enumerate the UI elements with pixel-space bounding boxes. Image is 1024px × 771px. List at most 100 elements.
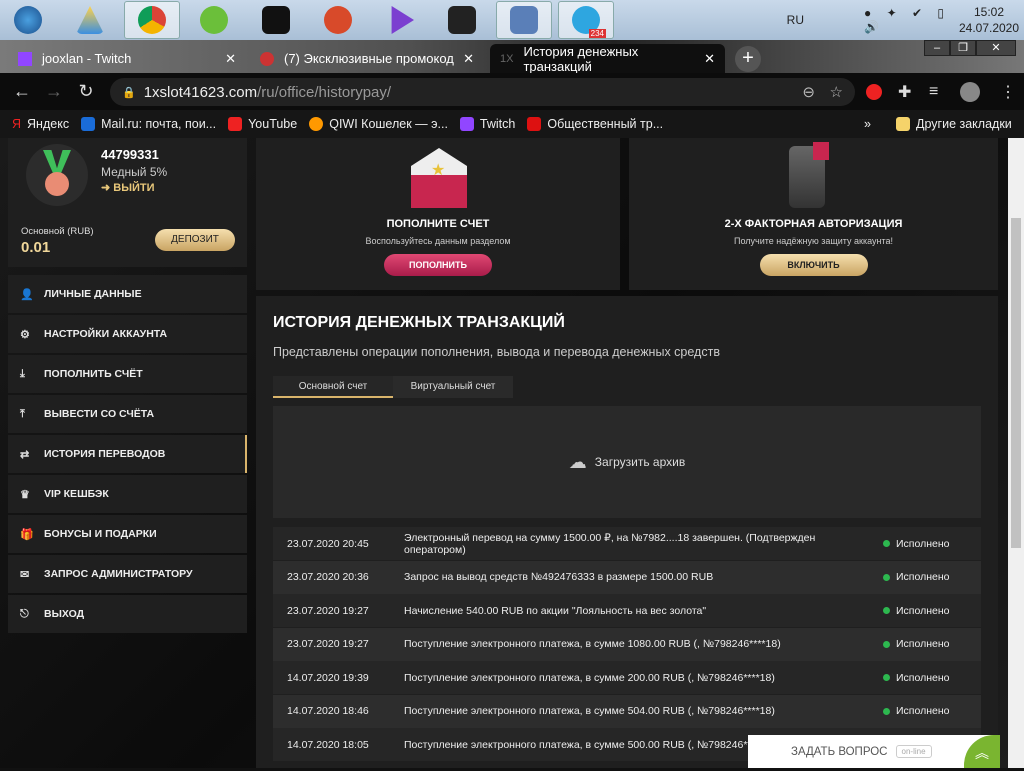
status-label: Исполнено (896, 705, 950, 717)
taskbar-chrome[interactable] (124, 1, 180, 39)
visual-studio-icon (391, 6, 414, 34)
minimize-button[interactable]: – (924, 40, 950, 56)
tab-main-account[interactable]: Основной счет (273, 376, 393, 398)
adblock-icon[interactable] (866, 83, 882, 100)
media-control-icon[interactable]: ≡ (929, 83, 938, 101)
forward-icon[interactable]: → (38, 81, 70, 102)
menu-kebab-icon[interactable]: ⋮ (1000, 82, 1016, 102)
user-id: 44799331 (101, 147, 159, 162)
table-row: 23.07.2020 20:36 Запрос на вывод средств … (273, 560, 981, 594)
yandex-icon: Я (12, 117, 22, 131)
taskbar-telegram[interactable]: 234 (558, 1, 614, 39)
status-label: Исполнено (896, 537, 950, 550)
user-rank: Медный 5% (101, 165, 168, 179)
sidebar-item-transfer-history[interactable]: ⇄ ИСТОРИЯ ПЕРЕВОДОВ (8, 435, 247, 473)
bookmark-qiwi[interactable]: QIWI Кошелек — э... (309, 117, 448, 131)
close-tab-icon[interactable]: ✕ (704, 51, 715, 67)
folder-icon (896, 117, 910, 131)
utorrent-icon (200, 6, 228, 34)
address-bar[interactable]: 🔒 1xslot41623.com/ru/office/historypay/ … (110, 78, 855, 106)
transport-icon (527, 117, 542, 131)
tab-promocodes[interactable]: (7) Эксклюзивные промокоды н ✕ (250, 44, 484, 73)
taskbar-visual-studio[interactable] (372, 1, 428, 39)
balance-value: 0.01 (21, 239, 51, 256)
scrollbar-thumb[interactable] (1011, 218, 1021, 548)
transaction-status: Исполнено (869, 638, 950, 650)
sidebar-item-withdraw[interactable]: ⤒ ВЫВЕСТИ СО СЧЁТА (8, 395, 247, 433)
tab-virtual-account[interactable]: Виртуальный счет (393, 376, 513, 398)
extensions-icon[interactable]: ✚ (898, 82, 911, 102)
sidebar-item-vip-cashback[interactable]: ♛ VIP КЕШБЭК (8, 475, 247, 513)
promo-subtitle: Получите надёжную защиту аккаунта! (733, 236, 893, 246)
taskbar-keyboard[interactable] (496, 1, 552, 39)
bookmark-twitch[interactable]: Twitch (459, 117, 515, 131)
browser-tab-strip: jooxlan - Twitch ✕ (7) Эксклюзивные промо… (0, 40, 1024, 74)
bookmark-public-transport[interactable]: Общественный тр... (527, 117, 663, 131)
close-tab-icon[interactable]: ✕ (463, 51, 474, 67)
sidebar-item-label: ВЫХОД (44, 608, 85, 620)
language-indicator[interactable]: RU (787, 13, 804, 27)
windows-logo-icon (14, 6, 42, 34)
download-archive-button[interactable]: ☁ Загрузить архив (273, 406, 981, 518)
bookmark-youtube[interactable]: YouTube (228, 117, 297, 131)
sidebar-item-account-settings[interactable]: ⚙ НАСТРОЙКИ АККАУНТА (8, 315, 247, 353)
taskbar-pocket[interactable] (248, 1, 304, 39)
promo-card-2fa: 2-Х ФАКТОРНАЯ АВТОРИЗАЦИЯ Получите надёж… (629, 138, 998, 290)
diamond-app-icon (448, 6, 476, 34)
sidebar-item-bonuses[interactable]: 🎁 БОНУСЫ И ПОДАРКИ (8, 515, 247, 553)
bookmark-mailru[interactable]: Mail.ru: почта, пои... (81, 117, 216, 131)
taskbar-aimp[interactable] (62, 1, 118, 39)
taskbar-red-app[interactable] (434, 1, 490, 39)
1x-favicon-icon: 1X (500, 52, 514, 65)
clock[interactable]: 15:02 24.07.2020 (954, 4, 1024, 36)
chevron-up-icon[interactable]: ︽ (964, 735, 1000, 768)
zoom-icon[interactable]: ⊖ (802, 83, 815, 101)
reload-icon[interactable]: ↻ (70, 81, 102, 102)
transaction-status: Исполнено (869, 705, 950, 717)
bookmark-label: Mail.ru: почта, пои... (101, 117, 217, 131)
status-dot-icon (883, 674, 890, 681)
tray-icons[interactable]: ● ✦ ✔ ▯ 🔊 (864, 6, 954, 34)
more-bookmarks-icon[interactable]: » (864, 117, 871, 131)
close-window-button[interactable]: ✕ (976, 40, 1016, 56)
sidebar-item-admin-request[interactable]: ✉ ЗАПРОС АДМИНИСТРАТОРУ (8, 555, 247, 593)
enable-2fa-button[interactable]: ВКЛЮЧИТЬ (759, 254, 868, 276)
aimp-icon (76, 6, 104, 34)
taskbar-ccleaner[interactable] (310, 1, 366, 39)
profile-avatar[interactable] (960, 81, 980, 102)
start-button[interactable] (0, 1, 56, 39)
window-controls: – ❐ ✕ (924, 40, 1016, 56)
back-icon[interactable]: ← (6, 81, 38, 102)
transaction-description: Электронный перевод на сумму 1500.00 ₽, … (404, 531, 816, 556)
transaction-date: 14.07.2020 19:39 (287, 671, 369, 684)
logout-label: ВЫЙТИ (113, 182, 155, 194)
sidebar-item-label: VIP КЕШБЭК (44, 488, 109, 500)
transaction-description: Поступление электронного платежа, в сумм… (404, 705, 775, 717)
deposit-button[interactable]: ДЕПОЗИТ (155, 229, 235, 251)
sidebar-item-personal-data[interactable]: 👤 ЛИЧНЫЕ ДАННЫЕ (8, 275, 247, 313)
tab-title: (7) Эксклюзивные промокоды н (284, 51, 454, 66)
restore-button[interactable]: ❐ (950, 40, 976, 56)
status-dot-icon (883, 607, 890, 614)
transaction-date: 23.07.2020 19:27 (287, 638, 369, 650)
taskbar-utorrent[interactable] (186, 1, 242, 39)
ask-question-label: ЗАДАТЬ ВОПРОС (791, 745, 888, 758)
ask-question-widget[interactable]: ЗАДАТЬ ВОПРОС on-line ︽ (748, 735, 1000, 768)
bookmark-star-icon[interactable]: ☆ (830, 83, 843, 101)
table-row: 14.07.2020 18:46 Поступление электронного… (273, 694, 981, 728)
cloud-download-icon: ☁ (568, 451, 587, 472)
sidebar-item-deposit[interactable]: ⤓ ПОПОЛНИТЬ СЧЁТ (8, 355, 247, 393)
transaction-status: Исполнено (869, 672, 950, 684)
close-tab-icon[interactable]: ✕ (225, 51, 236, 67)
other-bookmarks[interactable]: Другие закладки (896, 117, 1012, 131)
sidebar-item-exit[interactable]: ⎋ ВЫХОД (8, 595, 247, 633)
logout-link[interactable]: ➜ ВЫЙТИ (101, 181, 155, 194)
tab-twitch[interactable]: jooxlan - Twitch ✕ (8, 44, 246, 73)
new-tab-button[interactable]: + (735, 46, 761, 72)
tab-transaction-history[interactable]: 1X История денежных транзакций ✕ (490, 44, 725, 74)
top-up-button[interactable]: ПОПОЛНИТЬ (384, 254, 492, 276)
chrome-icon (138, 6, 166, 34)
page-scrollbar[interactable] (1008, 138, 1024, 768)
bookmark-yandex[interactable]: Я Яндекс (12, 117, 69, 131)
status-dot-icon (883, 707, 890, 715)
